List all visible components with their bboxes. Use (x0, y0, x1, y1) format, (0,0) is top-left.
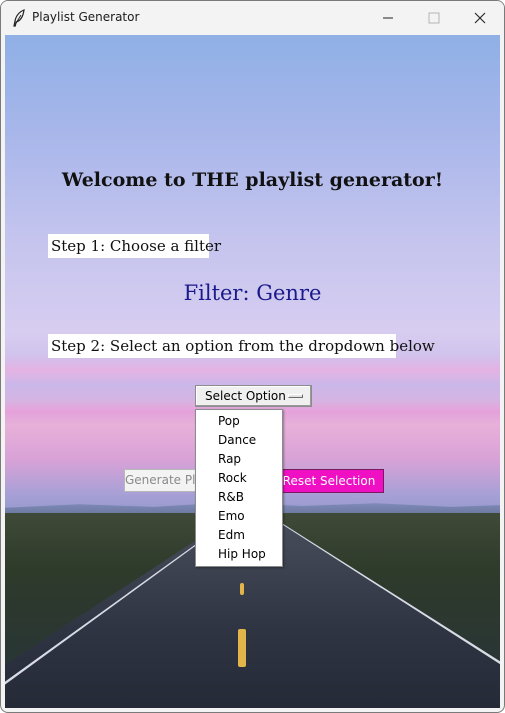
select-option-label: Select Option (205, 389, 286, 403)
minimize-button[interactable] (365, 1, 411, 35)
select-option-dropdown[interactable]: Select Option (195, 385, 312, 407)
window-title: Playlist Generator (32, 10, 140, 24)
reset-selection-button[interactable]: Reset Selection (274, 469, 384, 493)
dropdown-menu: Pop Dance Rap Rock R&B Emo Edm Hip Hop (195, 409, 283, 567)
menu-item-emo[interactable]: Emo (196, 507, 282, 526)
menu-item-pop[interactable]: Pop (196, 412, 282, 431)
menu-item-rock[interactable]: Rock (196, 469, 282, 488)
filter-label: Filter: Genre (183, 281, 322, 305)
minimize-icon (382, 9, 394, 28)
close-button[interactable] (457, 1, 503, 35)
step2-label: Step 2: Select an option from the dropdo… (48, 334, 435, 358)
close-icon (474, 9, 486, 28)
menu-item-rnb[interactable]: R&B (196, 488, 282, 507)
step1-label: Step 1: Choose a filter (48, 234, 221, 258)
title-bar[interactable]: Playlist Generator (1, 1, 504, 35)
menu-item-edm[interactable]: Edm (196, 526, 282, 545)
content-area: Welcome to THE playlist generator! Step … (5, 35, 500, 708)
welcome-heading: Welcome to THE playlist generator! (61, 169, 444, 191)
feather-icon (12, 9, 26, 27)
app-window: Playlist Generator Welcome to THE playli… (0, 0, 505, 713)
maximize-icon (428, 9, 440, 28)
maximize-button[interactable] (411, 1, 457, 35)
dropdown-indicator-icon (288, 394, 303, 398)
menu-item-dance[interactable]: Dance (196, 431, 282, 450)
menu-item-rap[interactable]: Rap (196, 450, 282, 469)
menu-item-hip-hop[interactable]: Hip Hop (196, 545, 282, 564)
